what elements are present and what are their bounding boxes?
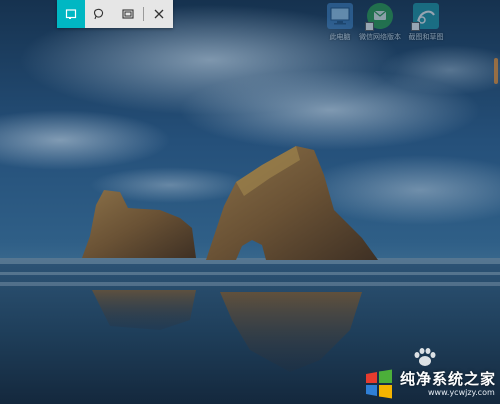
computer-icon bbox=[327, 3, 353, 29]
desktop-icon-label: 微信网络版本 bbox=[359, 33, 401, 41]
shortcut-arrow-icon bbox=[365, 22, 374, 31]
fullscreen-snip-button[interactable] bbox=[114, 0, 142, 28]
watermark-url: www.ycwjzy.com bbox=[428, 387, 495, 397]
snip-sketch-icon bbox=[411, 3, 439, 31]
freeform-snip-button[interactable] bbox=[85, 0, 113, 28]
desktop-icon-label: 截图和草图 bbox=[408, 33, 444, 41]
fullscreen-snip-icon bbox=[122, 9, 134, 19]
desktop-wallpaper bbox=[0, 0, 500, 404]
wechat-icon bbox=[365, 3, 393, 31]
close-icon bbox=[154, 9, 164, 19]
toolbar-divider bbox=[142, 7, 144, 21]
site-watermark: 纯净系统之家 www.ycwjzy.com bbox=[358, 364, 500, 404]
shortcut-arrow-icon bbox=[411, 22, 420, 31]
close-button[interactable] bbox=[145, 0, 173, 28]
rectangular-snip-icon bbox=[66, 9, 77, 19]
windows-logo-icon bbox=[366, 369, 392, 399]
desktop-icon-this-pc[interactable]: 此电脑 bbox=[318, 3, 362, 47]
desktop-icon-snip-sketch[interactable]: 截图和草图 bbox=[404, 3, 448, 47]
freeform-snip-icon bbox=[94, 8, 104, 20]
edge-handle bbox=[494, 58, 498, 84]
snip-toolbar bbox=[57, 0, 173, 28]
rectangular-snip-button[interactable] bbox=[57, 0, 86, 28]
watermark-title: 纯净系统之家 bbox=[400, 369, 497, 388]
desktop-icon-label: 此电脑 bbox=[329, 33, 351, 41]
desktop-icon-wechat[interactable]: 微信网络版本 bbox=[358, 3, 402, 47]
